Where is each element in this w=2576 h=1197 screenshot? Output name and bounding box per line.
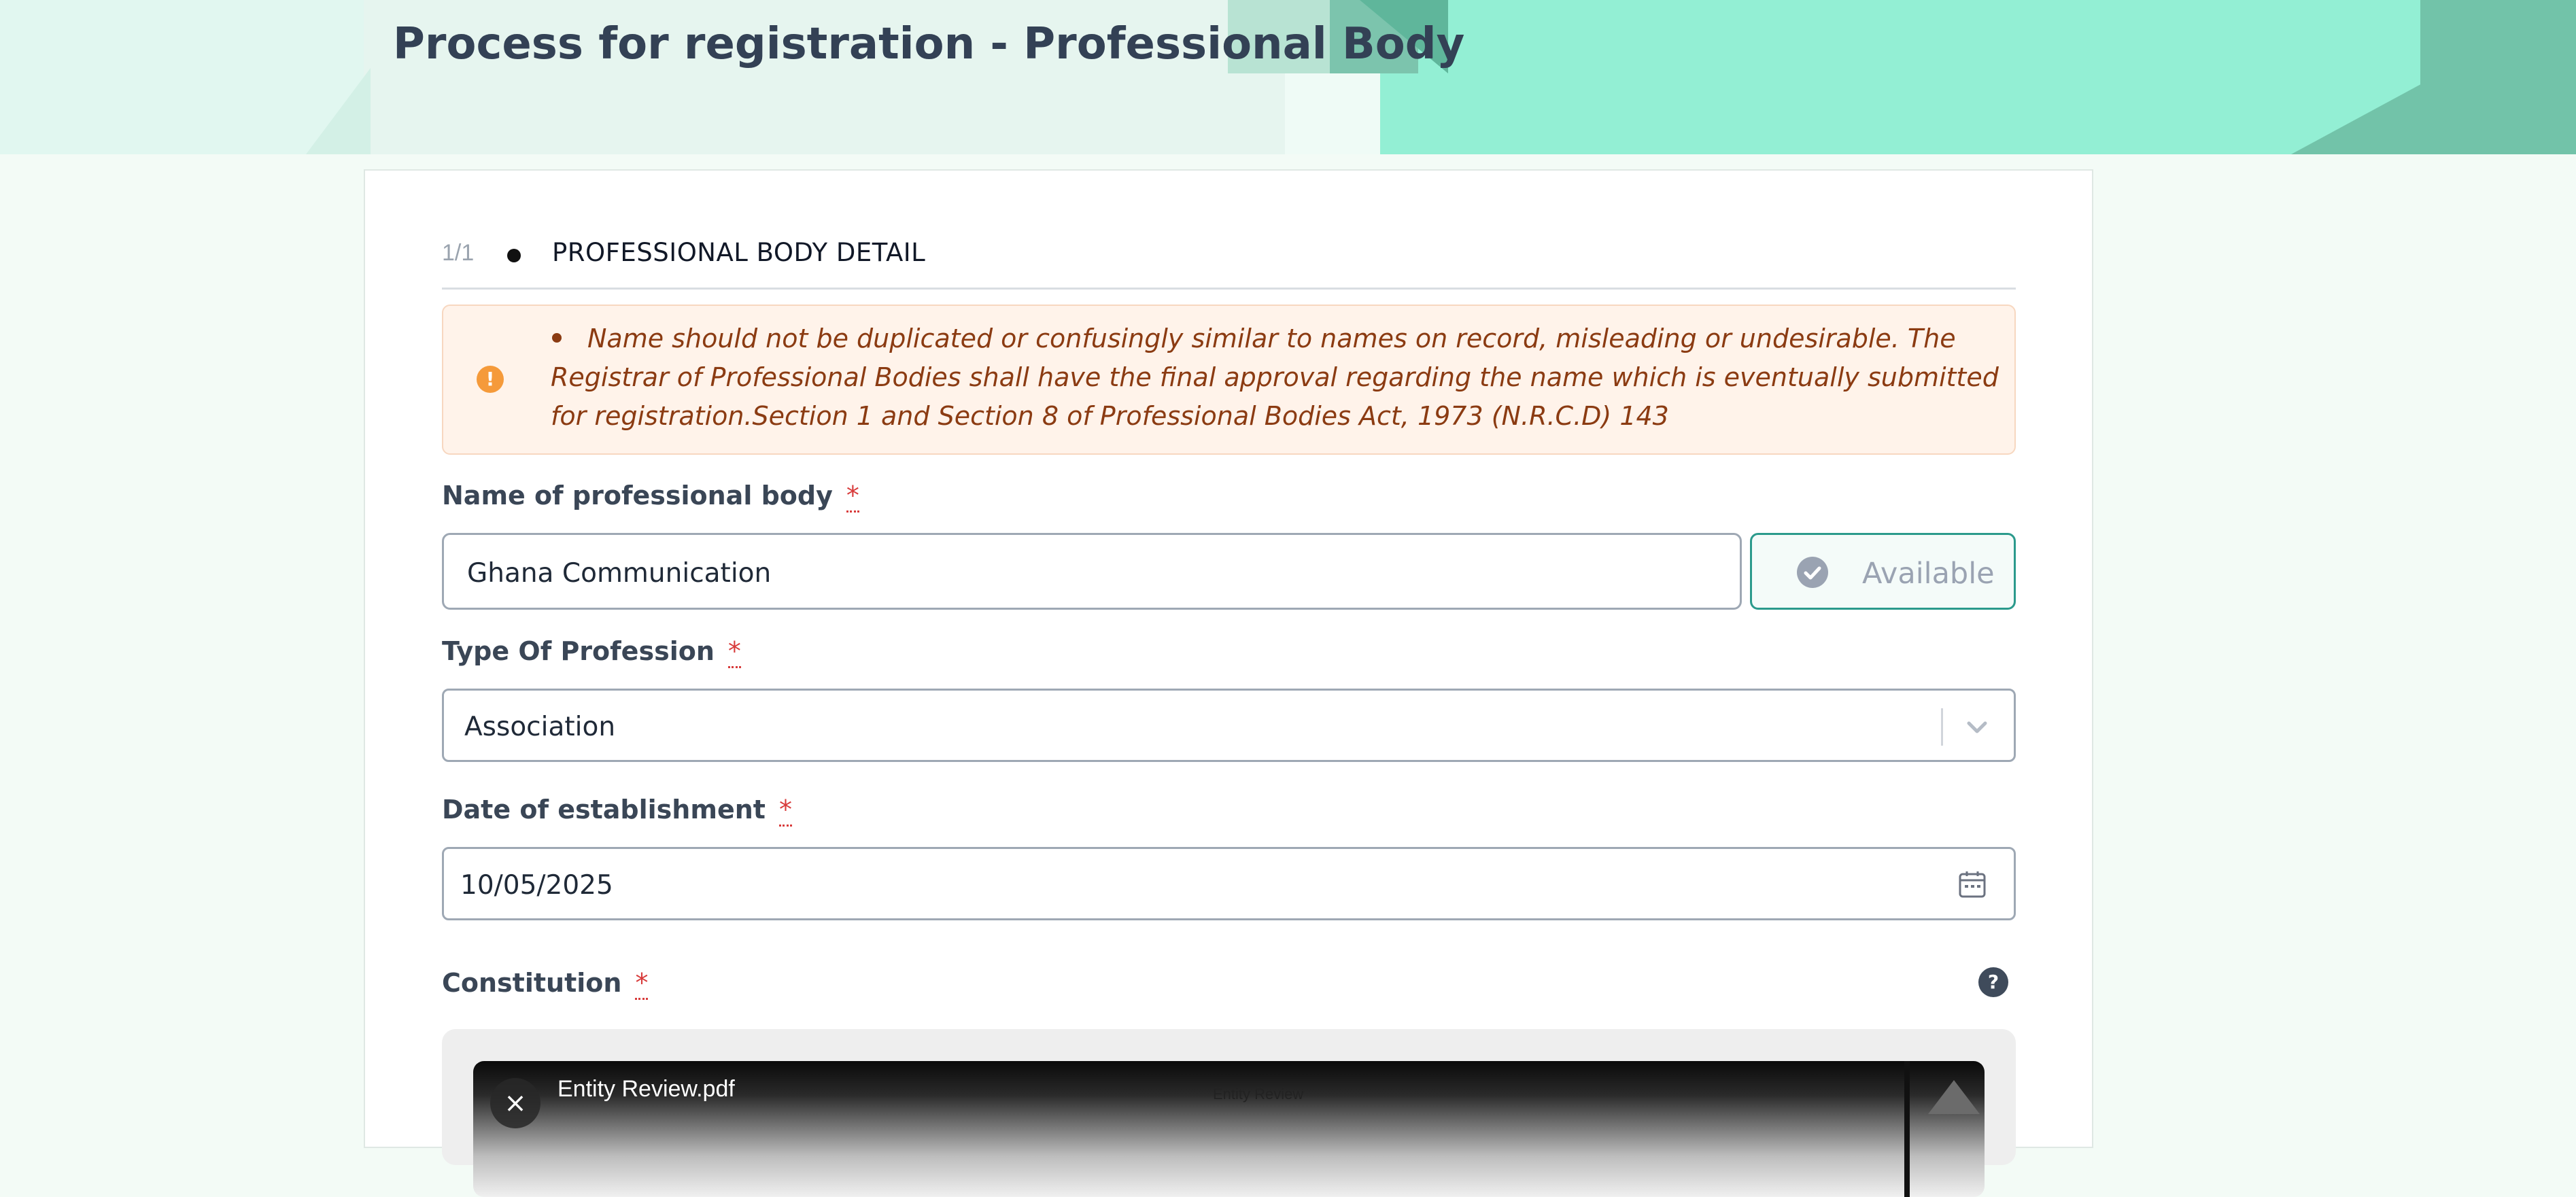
bullet-icon (552, 333, 562, 343)
profession-type-value: Association (464, 712, 616, 742)
help-icon[interactable]: ? (1978, 967, 2008, 997)
select-separator (1941, 708, 1943, 746)
date-established-input[interactable]: 10/05/2025 (442, 847, 2016, 920)
required-marker: * (846, 481, 859, 513)
profession-type-label: Type Of Profession * (442, 636, 741, 668)
required-marker: * (727, 636, 741, 668)
uploaded-file-card: × Entity Review.pdf Entity Review (473, 1061, 1985, 1197)
banner-shape (1285, 73, 1380, 154)
calendar-icon[interactable] (1957, 869, 1987, 902)
upload-arrow-icon[interactable] (1928, 1080, 1980, 1114)
banner-shape (2420, 0, 2576, 154)
file-divider (1904, 1061, 1910, 1197)
constitution-label-text: Constitution (442, 968, 622, 998)
file-name: Entity Review.pdf (557, 1076, 735, 1102)
profession-type-select[interactable]: Association (442, 689, 2016, 762)
header-banner: Process for registration - Professional … (0, 0, 2576, 154)
required-marker: * (778, 795, 792, 827)
banner-shape (306, 68, 371, 154)
profession-type-label-text: Type Of Profession (442, 636, 715, 666)
page-title: Process for registration - Professional … (393, 19, 1465, 69)
stepper: 1/1 PROFESSIONAL BODY DETAIL (442, 225, 2016, 290)
registration-form-card: 1/1 PROFESSIONAL BODY DETAIL ! Name shou… (364, 169, 2093, 1197)
name-field-label: Name of professional body * (442, 481, 859, 513)
warning-alert: ! Name should not be duplicated or confu… (442, 305, 2016, 455)
file-preview-title: Entity Review (1213, 1086, 1304, 1103)
name-label-text: Name of professional body (442, 481, 833, 510)
remove-file-button[interactable]: × (490, 1078, 540, 1128)
step-indicator-dot (507, 249, 521, 262)
availability-button[interactable]: Available (1750, 533, 2016, 610)
exclamation-icon: ! (477, 366, 504, 393)
check-circle-icon (1797, 557, 1828, 588)
chevron-down-icon[interactable] (1962, 712, 1992, 745)
step-count: 1/1 (442, 240, 475, 266)
step-label: PROFESSIONAL BODY DETAIL (552, 238, 926, 267)
name-input-value: Ghana Communication (467, 558, 772, 589)
date-established-label: Date of establishment * (442, 795, 792, 827)
alert-text: Name should not be duplicated or confusi… (551, 324, 1999, 431)
constitution-upload-area[interactable]: × Entity Review.pdf Entity Review (442, 1029, 2016, 1197)
constitution-label: Constitution * (442, 968, 649, 1000)
alert-message: Name should not be duplicated or confusi… (551, 319, 1999, 436)
professional-body-name-input[interactable]: Ghana Communication (442, 533, 1742, 610)
date-value: 10/05/2025 (460, 870, 613, 901)
required-marker: * (635, 968, 649, 1000)
date-label-text: Date of establishment (442, 795, 766, 825)
availability-label: Available (1862, 557, 1995, 591)
